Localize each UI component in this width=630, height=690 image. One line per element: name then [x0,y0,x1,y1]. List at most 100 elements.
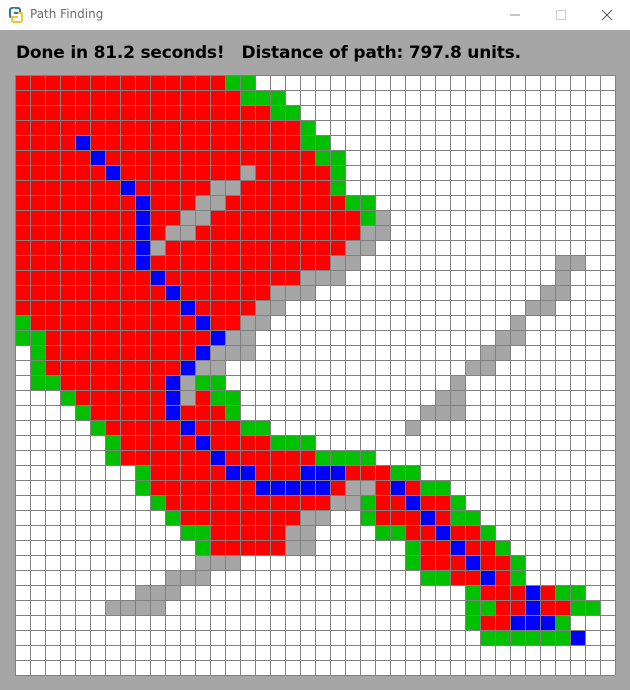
closed-cell[interactable] [90,405,105,420]
wall-cell[interactable] [315,270,330,285]
closed-cell[interactable] [90,330,105,345]
closed-cell[interactable] [75,180,90,195]
closed-cell[interactable] [105,225,120,240]
closed-cell[interactable] [195,225,210,240]
closed-cell[interactable] [255,195,270,210]
wall-cell[interactable] [450,375,465,390]
wall-cell[interactable] [270,285,285,300]
closed-cell[interactable] [360,465,375,480]
closed-cell[interactable] [285,465,300,480]
closed-cell[interactable] [270,510,285,525]
closed-cell[interactable] [195,240,210,255]
wall-cell[interactable] [480,360,495,375]
closed-cell[interactable] [30,135,45,150]
closed-cell[interactable] [180,315,195,330]
closed-cell[interactable] [315,195,330,210]
closed-cell[interactable] [45,360,60,375]
closed-cell[interactable] [375,510,390,525]
closed-cell[interactable] [105,285,120,300]
closed-cell[interactable] [75,360,90,375]
closed-cell[interactable] [150,195,165,210]
wall-cell[interactable] [195,555,210,570]
closed-cell[interactable] [90,180,105,195]
closed-cell[interactable] [330,225,345,240]
wall-cell[interactable] [360,480,375,495]
closed-cell[interactable] [135,390,150,405]
closed-cell[interactable] [195,390,210,405]
closed-cell[interactable] [105,90,120,105]
closed-cell[interactable] [105,210,120,225]
closed-cell[interactable] [195,285,210,300]
path-cell[interactable] [240,465,255,480]
closed-cell[interactable] [150,135,165,150]
open-cell[interactable] [510,630,525,645]
closed-cell[interactable] [75,150,90,165]
open-cell[interactable] [450,510,465,525]
closed-cell[interactable] [255,165,270,180]
closed-cell[interactable] [45,300,60,315]
wall-cell[interactable] [540,285,555,300]
closed-cell[interactable] [165,360,180,375]
closed-cell[interactable] [180,180,195,195]
wall-cell[interactable] [330,255,345,270]
closed-cell[interactable] [180,135,195,150]
closed-cell[interactable] [30,255,45,270]
closed-cell[interactable] [60,240,75,255]
open-cell[interactable] [225,75,240,90]
closed-cell[interactable] [195,405,210,420]
path-cell[interactable] [180,300,195,315]
closed-cell[interactable] [150,165,165,180]
closed-cell[interactable] [60,330,75,345]
closed-cell[interactable] [75,330,90,345]
closed-cell[interactable] [30,225,45,240]
closed-cell[interactable] [300,195,315,210]
closed-cell[interactable] [210,525,225,540]
closed-cell[interactable] [120,105,135,120]
closed-cell[interactable] [120,330,135,345]
closed-cell[interactable] [480,540,495,555]
closed-cell[interactable] [435,555,450,570]
open-cell[interactable] [135,480,150,495]
open-cell[interactable] [345,195,360,210]
closed-cell[interactable] [195,135,210,150]
closed-cell[interactable] [105,420,120,435]
closed-cell[interactable] [150,480,165,495]
closed-cell[interactable] [285,450,300,465]
wall-cell[interactable] [405,420,420,435]
closed-cell[interactable] [90,360,105,375]
closed-cell[interactable] [165,105,180,120]
open-cell[interactable] [480,630,495,645]
closed-cell[interactable] [510,600,525,615]
closed-cell[interactable] [135,420,150,435]
closed-cell[interactable] [135,135,150,150]
open-cell[interactable] [360,450,375,465]
closed-cell[interactable] [120,405,135,420]
closed-cell[interactable] [225,435,240,450]
closed-cell[interactable] [105,255,120,270]
closed-cell[interactable] [120,345,135,360]
path-cell[interactable] [225,465,240,480]
closed-cell[interactable] [45,255,60,270]
open-cell[interactable] [180,525,195,540]
closed-cell[interactable] [15,300,30,315]
closed-cell[interactable] [150,375,165,390]
path-cell[interactable] [210,330,225,345]
open-cell[interactable] [390,525,405,540]
closed-cell[interactable] [285,150,300,165]
open-cell[interactable] [555,585,570,600]
closed-cell[interactable] [60,75,75,90]
closed-cell[interactable] [285,240,300,255]
path-cell[interactable] [90,150,105,165]
open-cell[interactable] [420,480,435,495]
closed-cell[interactable] [165,270,180,285]
closed-cell[interactable] [75,225,90,240]
open-cell[interactable] [405,555,420,570]
wall-cell[interactable] [210,180,225,195]
closed-cell[interactable] [210,495,225,510]
closed-cell[interactable] [165,90,180,105]
path-cell[interactable] [285,480,300,495]
wall-cell[interactable] [285,285,300,300]
closed-cell[interactable] [240,450,255,465]
closed-cell[interactable] [135,90,150,105]
path-cell[interactable] [165,405,180,420]
